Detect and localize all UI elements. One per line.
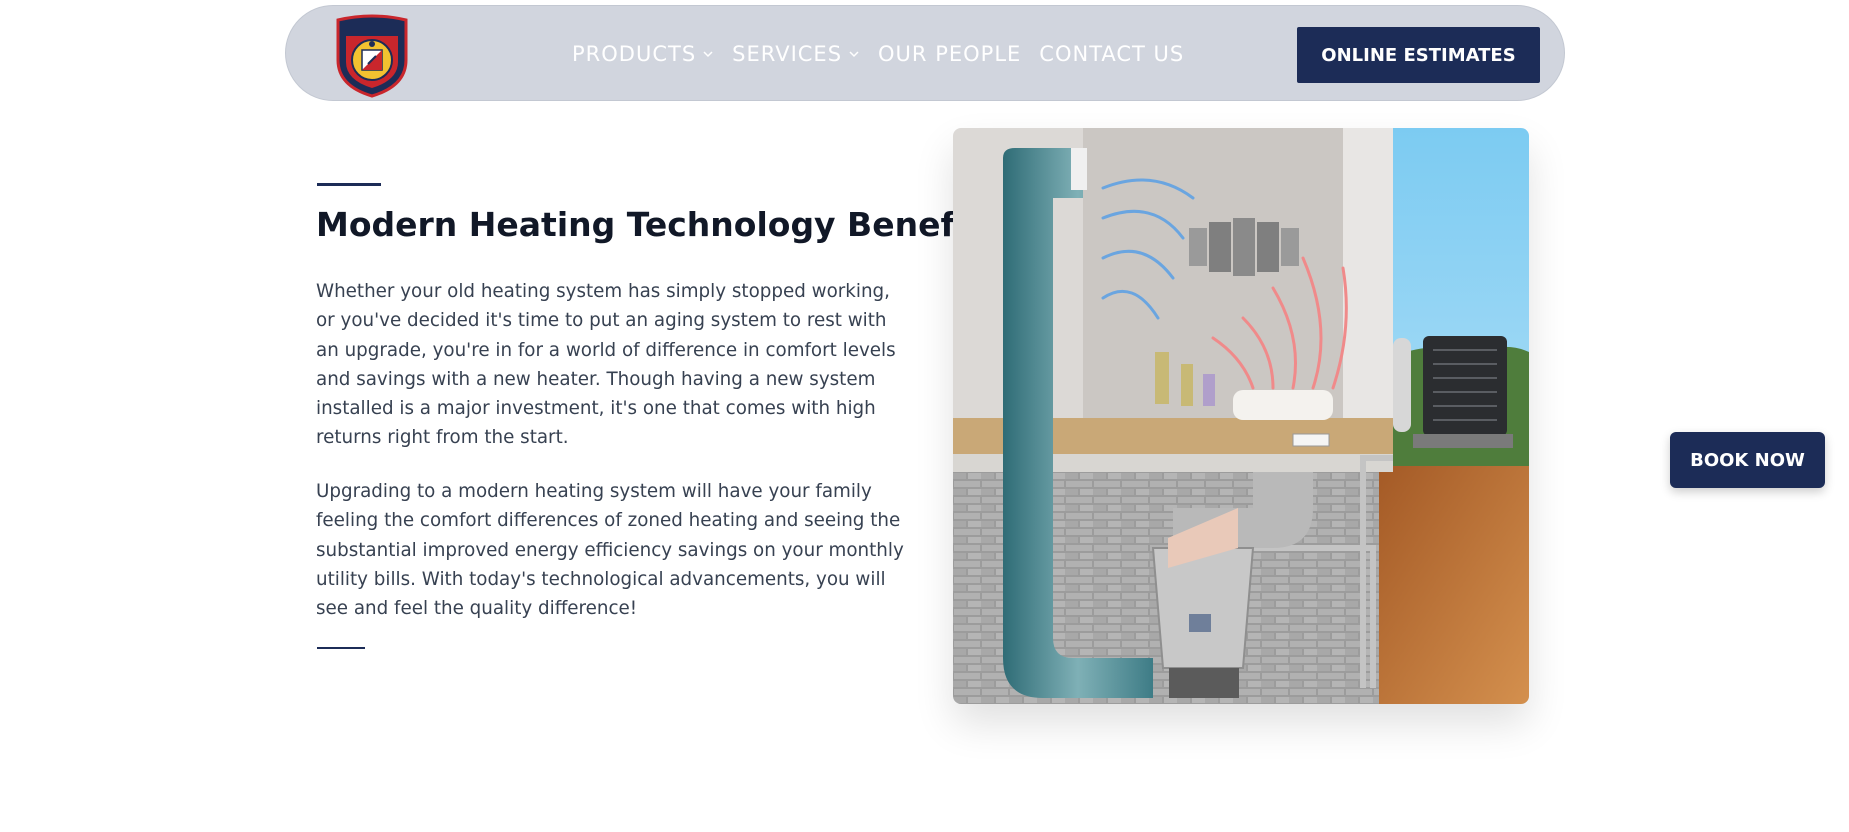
intro-paragraph: Whether your old heating system has simp… [316, 281, 896, 449]
nav-contact-us-label: CONTACT US [1039, 42, 1185, 66]
online-estimates-button[interactable]: ONLINE ESTIMATES [1297, 27, 1540, 83]
nav-products-label: PRODUCTS [572, 42, 697, 66]
nav-our-people-label: OUR PEOPLE [878, 42, 1022, 66]
nav-services[interactable]: SERVICES [732, 42, 860, 66]
nav-our-people[interactable]: OUR PEOPLE [878, 42, 1021, 66]
company-logo[interactable] [332, 14, 412, 98]
main-nav: PRODUCTS SERVICES OUR PEOPLE CONTACT US [572, 6, 1184, 102]
benefits-paragraph: Upgrading to a modern heating system wil… [316, 481, 904, 620]
section-end-rule [317, 647, 365, 649]
nav-services-label: SERVICES [732, 42, 843, 66]
book-now-button[interactable]: BOOK NOW [1670, 432, 1825, 488]
nav-contact-us[interactable]: CONTACT US [1039, 42, 1184, 66]
nav-products[interactable]: PRODUCTS [572, 42, 714, 66]
section-heading: Modern Heating Technology Benefits [316, 205, 1001, 244]
chevron-down-icon [849, 51, 859, 58]
heading-accent-rule [317, 183, 381, 186]
heating-system-illustration [953, 128, 1529, 704]
compass-shield-icon [336, 14, 408, 98]
chevron-down-icon [703, 51, 713, 58]
site-header: PRODUCTS SERVICES OUR PEOPLE CONTACT US … [285, 5, 1565, 101]
